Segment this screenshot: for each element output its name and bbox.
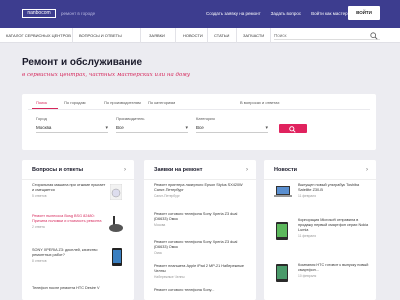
list-item[interactable]: Корпорация Microsoft отправила в продажу…: [298, 218, 370, 238]
list-item[interactable]: Ремонт сотового телефона Sony Xperia Z3 …: [154, 240, 250, 255]
nav-catalog[interactable]: КАТАЛОГ СЕРВИСНЫХ ЦЕНТРОВ: [6, 33, 71, 38]
phone-image: [112, 248, 122, 266]
city-label: Город: [36, 116, 47, 121]
top-bar: nanbocom ремонт в городе Создать заявку …: [0, 0, 400, 28]
news-title: Новости: [274, 167, 298, 173]
page-subtitle: в сервисных центрах, частных мастерских …: [22, 72, 191, 78]
create-request-link[interactable]: Создать заявку на ремонт: [206, 11, 261, 16]
page-title: Ремонт и обслуживание: [22, 57, 143, 68]
vacuum-image: [109, 216, 123, 232]
nav-questions[interactable]: ВОПРОСЫ И ОТВЕТЫ: [79, 33, 122, 38]
category-select[interactable]: Все ▾: [196, 124, 268, 133]
washing-machine-image: [110, 184, 122, 200]
phone-image: [276, 222, 288, 240]
master-login-link[interactable]: Войти как мастер: [311, 11, 348, 16]
arrow-right-icon[interactable]: ›: [366, 167, 368, 173]
search-input[interactable]: [274, 31, 380, 40]
requests-title: Заявки на ремонт: [154, 167, 203, 173]
nav-requests[interactable]: ЗАЯВКИ: [149, 33, 165, 38]
chevron-down-icon: ▾: [185, 125, 188, 131]
tab-manufacturers[interactable]: По производителям: [104, 100, 141, 105]
tab-search[interactable]: Поиск: [36, 100, 47, 105]
nav-articles[interactable]: СТАТЬИ: [214, 33, 229, 38]
search-panel: Поиск По городам По производителям По ка…: [22, 94, 376, 150]
list-item[interactable]: Компания HTC готовит к выпуску новый сма…: [298, 263, 370, 278]
city-select[interactable]: Москва ▾: [36, 124, 108, 133]
tab-categories[interactable]: По категориям: [148, 100, 175, 105]
news-card: Новости › Выпущен новый ультрабук Toshib…: [264, 160, 376, 300]
list-item[interactable]: Ремонт пылесоса Bosg BSG 82480: Причина …: [32, 214, 106, 229]
active-tab-indicator: [32, 108, 58, 109]
nav-parts[interactable]: ЗАПЧАСТИ: [243, 33, 264, 38]
chevron-down-icon: ▾: [105, 125, 108, 131]
login-button[interactable]: ВОЙТИ: [348, 6, 380, 20]
nav-news[interactable]: НОВОСТИ: [183, 33, 203, 38]
main-nav: КАТАЛОГ СЕРВИСНЫХ ЦЕНТРОВ ВОПРОСЫ И ОТВЕ…: [0, 28, 400, 43]
list-item[interactable]: Ремонт планшета Apple iPad 2 MP-21 Набер…: [154, 264, 250, 279]
requests-card: Заявки на ремонт › Ремонт принтера лазер…: [144, 160, 256, 300]
phone-image: [276, 264, 288, 282]
list-item[interactable]: Телефон после ремонта HTC Desire V: [32, 286, 106, 291]
manufacturer-select[interactable]: Все ▾: [116, 124, 188, 133]
questions-card: Вопросы и ответы › Стиральная машина при…: [22, 160, 134, 300]
arrow-right-icon[interactable]: ›: [124, 167, 126, 173]
list-item[interactable]: Ремонт сотового телефона Sony...: [154, 288, 250, 293]
list-item[interactable]: Выпущен новый ультрабук Toshiba Satellit…: [298, 183, 370, 198]
manufacturer-label: Производитель: [116, 116, 145, 121]
laptop-image: [274, 186, 292, 197]
list-item[interactable]: SONY XPERIA Z3: дисплей, качество ремонт…: [32, 248, 106, 263]
list-item[interactable]: Ремонт сотового телефона Sony Xperia Z3 …: [154, 212, 250, 227]
search-button[interactable]: [279, 124, 307, 133]
search-icon[interactable]: [370, 32, 378, 40]
tab-qa[interactable]: В вопросах и ответах: [240, 100, 280, 105]
category-label: Категория: [196, 116, 215, 121]
list-item[interactable]: Ремонт принтера лазерного Epson Stylus S…: [154, 183, 250, 198]
list-item[interactable]: Стиральная машина при отжиме прыгает и с…: [32, 183, 106, 198]
search-icon: [289, 125, 296, 133]
tagline: ремонт в городе: [61, 11, 96, 16]
tab-cities[interactable]: По городам: [64, 100, 85, 105]
chevron-down-icon: ▾: [265, 125, 268, 131]
ask-question-link[interactable]: Задать вопрос: [271, 11, 301, 16]
logo[interactable]: nanbocom: [22, 9, 56, 18]
questions-title: Вопросы и ответы: [32, 167, 84, 173]
top-links: Создать заявку на ремонт Задать вопрос В…: [206, 11, 348, 16]
arrow-right-icon[interactable]: ›: [246, 167, 248, 173]
